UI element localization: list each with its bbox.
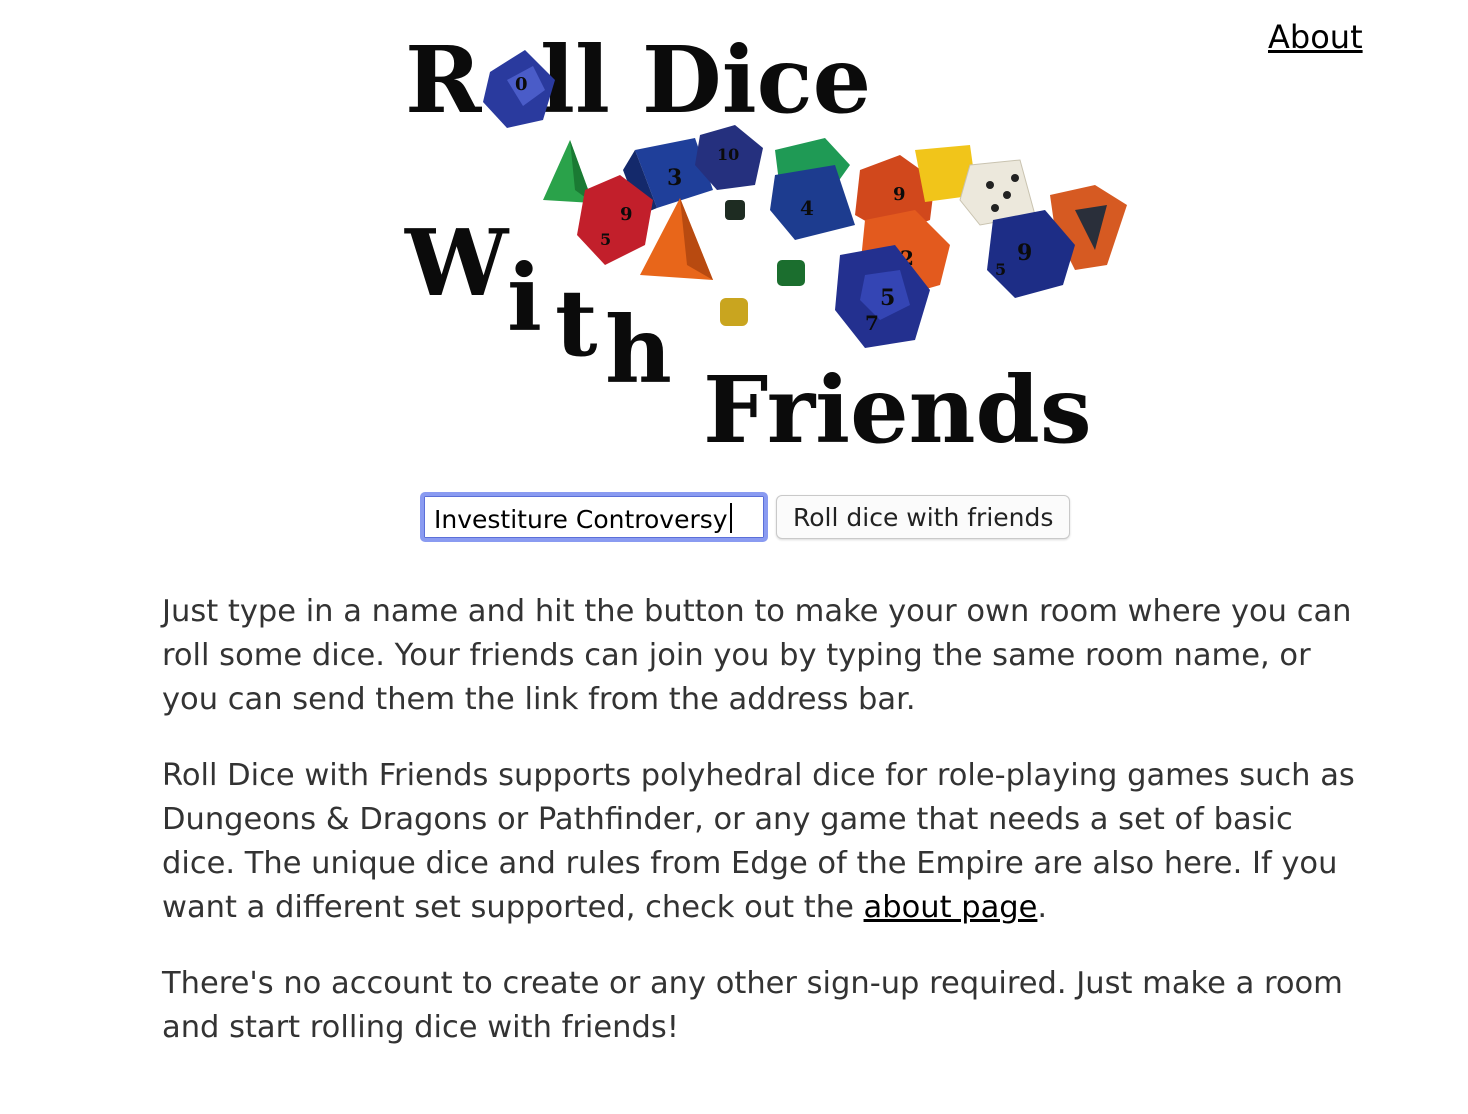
room-form: Investiture Controversy Roll dice with f… — [420, 492, 1071, 542]
logo-text-r: R — [405, 26, 482, 134]
die-small-green-icon — [777, 260, 805, 286]
room-name-input[interactable] — [420, 492, 768, 542]
svg-text:9: 9 — [620, 204, 633, 225]
svg-text:0: 0 — [515, 74, 528, 95]
logo-text-h: h — [605, 296, 672, 404]
logo-text-w: W — [404, 209, 510, 317]
intro-paragraph-2-end: . — [1037, 890, 1048, 925]
intro-content: Just type in a name and hit the button t… — [162, 590, 1372, 1082]
svg-text:9: 9 — [893, 184, 906, 205]
logo-text-friends: Friends — [703, 356, 1092, 460]
intro-paragraph-2-text: Roll Dice with Friends supports polyhedr… — [162, 758, 1355, 925]
svg-text:4: 4 — [800, 196, 814, 220]
svg-text:10: 10 — [717, 145, 739, 164]
intro-paragraph-3: There's no account to create or any othe… — [162, 966, 1343, 1045]
page: About R ll Dice 0 W i t h Friends 3 10 9… — [0, 0, 1468, 1114]
svg-text:9: 9 — [1017, 240, 1032, 266]
svg-text:7: 7 — [865, 311, 879, 335]
logo: R ll Dice 0 W i t h Friends 3 10 9 5 4 9… — [404, 26, 1127, 460]
intro-paragraph-2: Roll Dice with Friends supports polyhedr… — [162, 754, 1372, 930]
die-small-black-icon — [725, 200, 745, 220]
logo-text-i: i — [507, 244, 542, 352]
about-page-link[interactable]: about page — [864, 890, 1038, 925]
room-input-wrapper: Investiture Controversy — [420, 492, 768, 542]
logo-text-t: t — [555, 269, 598, 377]
logo-text-oll-dice: ll Dice — [540, 26, 871, 134]
roll-dice-button[interactable]: Roll dice with friends — [776, 495, 1071, 539]
svg-text:5: 5 — [880, 285, 895, 311]
svg-text:5: 5 — [995, 260, 1006, 279]
intro-paragraph-1: Just type in a name and hit the button t… — [162, 594, 1352, 717]
svg-text:5: 5 — [600, 230, 611, 249]
about-link[interactable]: About — [1268, 18, 1363, 56]
die-small-yellow-icon — [720, 298, 748, 326]
die-blue-sparkle-d6-icon: 4 — [770, 165, 855, 240]
svg-text:3: 3 — [667, 165, 682, 191]
